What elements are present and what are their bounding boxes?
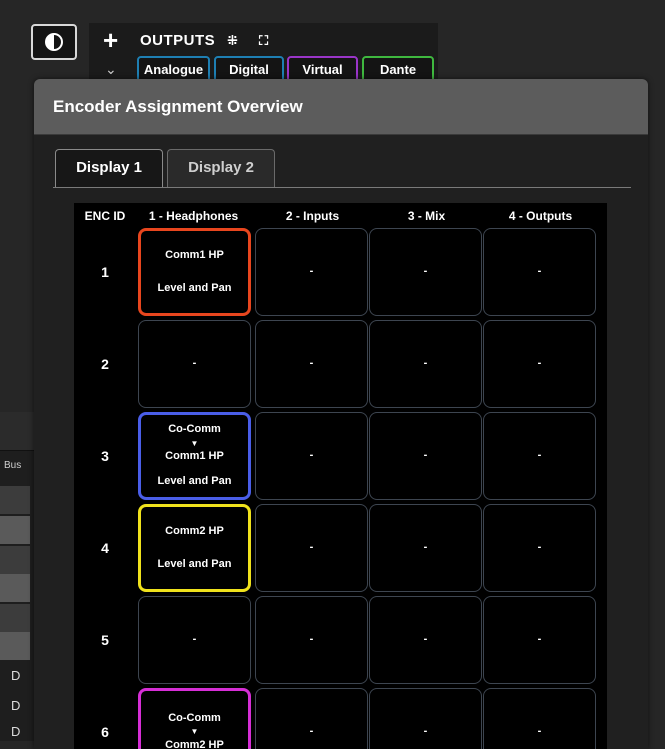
arrow-down-icon: ▼ (190, 438, 199, 448)
fullscreen-icon[interactable]: ⛶ (259, 33, 268, 49)
tab-display-2[interactable]: Display 2 (167, 149, 275, 187)
encoder-cell-inputs[interactable]: - (255, 228, 368, 316)
encoder-cell-headphones[interactable]: - (138, 320, 251, 408)
cell-text: Co-Comm (168, 423, 221, 436)
encoder-cell-outputs[interactable]: - (483, 688, 596, 749)
encoder-cell-outputs[interactable]: - (483, 412, 596, 500)
collapse-icon[interactable]: ⁜ (227, 33, 238, 49)
cell-text: Co-Comm (168, 712, 221, 725)
encoder-cell-mix[interactable]: - (369, 504, 482, 592)
encoder-cell-inputs[interactable]: - (255, 320, 368, 408)
cell-text: - (423, 725, 428, 738)
encoder-cell-outputs[interactable]: - (483, 596, 596, 684)
theme-toggle-button[interactable] (31, 24, 77, 60)
outputs-label: OUTPUTS (140, 32, 216, 49)
encoder-assignment-dialog: Encoder Assignment Overview Display 1 Di… (34, 79, 648, 749)
contrast-icon (45, 33, 63, 51)
cell-text: - (309, 541, 314, 554)
cell-text: Level and Pan (157, 475, 232, 488)
encoder-cell-headphones[interactable]: Co-Comm ▼ Comm1 HP Level and Pan (138, 412, 251, 500)
outputs-toolbar: + ⌄ OUTPUTS ⁜ ⛶ Analogue Digital Virtual… (89, 23, 438, 85)
encoder-cell-inputs[interactable]: - (255, 504, 368, 592)
cell-text: - (537, 357, 542, 370)
tab-display-1[interactable]: Display 1 (55, 149, 163, 187)
encoder-cell-outputs[interactable]: - (483, 228, 596, 316)
cell-text: - (309, 265, 314, 278)
cell-text: - (537, 541, 542, 554)
encoder-cell-headphones[interactable]: - (138, 596, 251, 684)
tab-divider (53, 187, 631, 188)
column-header-mix: 3 - Mix (407, 209, 446, 223)
enc-id-label: 1 (101, 264, 109, 280)
encoder-cell-inputs[interactable]: - (255, 412, 368, 500)
cell-text: - (309, 633, 314, 646)
cell-text: Level and Pan (157, 282, 232, 294)
cell-text: - (423, 357, 428, 370)
enc-id-label: 6 (101, 724, 109, 740)
encoder-cell-mix[interactable]: - (369, 320, 482, 408)
encoder-cell-mix[interactable]: - (369, 596, 482, 684)
cell-text: - (423, 265, 428, 278)
chevron-down-icon[interactable]: ⌄ (105, 61, 117, 78)
cell-text: - (309, 725, 314, 738)
encoder-cell-headphones[interactable]: Co-Comm ▼ Comm2 HP (138, 688, 251, 749)
cell-text: Comm1 HP (165, 248, 224, 261)
cell-text: - (192, 357, 197, 370)
column-header-enc-id: ENC ID (84, 209, 126, 223)
encoder-cell-mix[interactable]: - (369, 688, 482, 749)
table-cell: D (11, 668, 21, 683)
encoder-grid: ENC ID 1 - Headphones 2 - Inputs 3 - Mix… (74, 203, 607, 749)
dialog-title: Encoder Assignment Overview (53, 96, 303, 116)
cell-text: - (192, 633, 197, 646)
column-header-inputs: 2 - Inputs (285, 209, 340, 223)
cell-text: Comm1 HP (165, 450, 224, 463)
enc-id-label: 2 (101, 356, 109, 372)
encoder-cell-mix[interactable]: - (369, 228, 482, 316)
add-icon[interactable]: + (103, 25, 118, 55)
enc-id-label: 5 (101, 632, 109, 648)
background-table: Bus D D D (0, 412, 34, 741)
enc-id-label: 3 (101, 448, 109, 464)
cell-text: - (537, 265, 542, 278)
arrow-down-icon: ▼ (190, 727, 199, 737)
cell-text: - (309, 357, 314, 370)
encoder-cell-inputs[interactable]: - (255, 688, 368, 749)
enc-id-label: 4 (101, 540, 109, 556)
cell-text: Level and Pan (157, 558, 232, 570)
cell-text: Comm2 HP (165, 738, 224, 749)
encoder-cell-headphones[interactable]: Comm1 HP Level and Pan (138, 228, 251, 316)
table-cell: D (11, 724, 21, 739)
cell-text: - (309, 449, 314, 462)
dialog-header: Encoder Assignment Overview (34, 79, 648, 135)
column-header-headphones: 1 - Headphones (148, 209, 239, 223)
column-header-outputs: 4 - Outputs (508, 209, 573, 223)
cell-text: Comm2 HP (165, 524, 224, 537)
encoder-cell-outputs[interactable]: - (483, 504, 596, 592)
encoder-cell-inputs[interactable]: - (255, 596, 368, 684)
encoder-cell-outputs[interactable]: - (483, 320, 596, 408)
cell-text: - (537, 725, 542, 738)
cell-text: - (423, 449, 428, 462)
bus-column-header: Bus (4, 460, 22, 471)
cell-text: - (423, 541, 428, 554)
encoder-cell-mix[interactable]: - (369, 412, 482, 500)
table-cell: D (11, 698, 21, 713)
cell-text: - (423, 633, 428, 646)
cell-text: - (537, 633, 542, 646)
cell-text: - (537, 449, 542, 462)
encoder-cell-headphones[interactable]: Comm2 HP Level and Pan (138, 504, 251, 592)
